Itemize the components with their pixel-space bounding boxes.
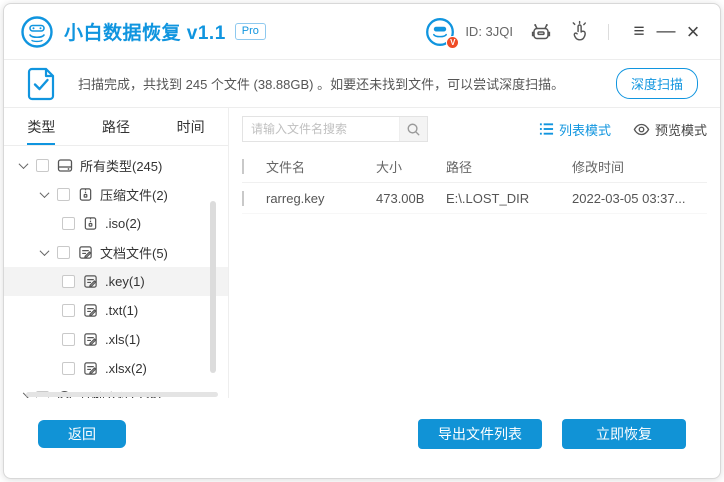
tree-item-archives[interactable]: 压缩文件(2) <box>4 180 228 209</box>
main-content: 类型 路径 时间 所有类型(245) <box>4 108 720 398</box>
tree-item-txt[interactable]: .txt(1) <box>4 296 228 325</box>
list-mode-label: 列表模式 <box>559 120 611 139</box>
titlebar-divider <box>608 24 609 40</box>
tab-path[interactable]: 路径 <box>79 108 154 145</box>
chevron-down-icon[interactable] <box>40 188 50 198</box>
file-name: rarreg.key <box>266 191 376 206</box>
checkbox[interactable] <box>62 333 75 346</box>
document-file-icon <box>83 332 98 347</box>
document-file-icon <box>83 274 98 289</box>
column-header-modified[interactable]: 修改时间 <box>572 157 707 176</box>
pro-badge: Pro <box>235 23 266 40</box>
robot-service-icon[interactable] <box>529 20 553 44</box>
tree-item-label: .xlsx(2) <box>105 361 147 376</box>
document-file-icon <box>78 245 93 260</box>
title-bar: 小白数据恢复 v1.1 Pro V ID: 3JQI <box>4 4 720 60</box>
tree-vertical-scrollbar[interactable] <box>210 201 216 373</box>
tree-item-label: 压缩文件(2) <box>100 185 168 204</box>
tree-item-label: .key(1) <box>105 274 145 289</box>
column-header-name[interactable]: 文件名 <box>266 157 376 176</box>
user-id-label: ID: 3JQI <box>465 24 513 39</box>
checkbox[interactable] <box>36 159 49 172</box>
file-type-tree: 所有类型(245) 压缩文件(2) <box>4 146 228 398</box>
tree-item-label: .iso(2) <box>105 216 141 231</box>
list-mode-toggle[interactable]: 列表模式 <box>539 120 611 139</box>
hand-click-icon[interactable] <box>568 20 591 43</box>
file-modified: 2022-03-05 03:37... <box>572 191 707 206</box>
app-window: 小白数据恢复 v1.1 Pro V ID: 3JQI <box>3 3 721 479</box>
filter-sidebar: 类型 路径 时间 所有类型(245) <box>4 108 229 398</box>
back-button[interactable]: 返回 <box>38 420 126 448</box>
tree-item-label: .txt(1) <box>105 303 138 318</box>
column-header-size[interactable]: 大小 <box>376 157 446 176</box>
scan-status-text: 扫描完成，共找到 245 个文件 (38.88GB) 。如要还未找到文件，可以尝… <box>78 74 616 93</box>
checkbox[interactable] <box>62 275 75 288</box>
minimize-button[interactable]: — <box>655 21 677 43</box>
document-file-icon <box>83 361 98 376</box>
file-size: 473.00B <box>376 191 446 206</box>
file-list-panel: 列表模式 预览模式 文件名 大小 路径 修改时间 <box>229 108 720 398</box>
column-header-path[interactable]: 路径 <box>446 157 572 176</box>
checkbox[interactable] <box>62 217 75 230</box>
tree-item-key[interactable]: .key(1) <box>4 267 228 296</box>
tree-item-all-types[interactable]: 所有类型(245) <box>4 151 228 180</box>
app-title: 小白数据恢复 v1.1 <box>64 18 226 45</box>
user-avatar[interactable]: V <box>425 17 455 47</box>
search-box <box>242 116 428 142</box>
scan-status-bar: 扫描完成，共找到 245 个文件 (38.88GB) 。如要还未找到文件，可以尝… <box>4 60 720 108</box>
tree-item-documents[interactable]: 文档文件(5) <box>4 238 228 267</box>
archive-file-icon <box>83 216 98 231</box>
chevron-down-icon[interactable] <box>40 246 50 256</box>
app-logo-icon <box>20 15 54 49</box>
tree-item-label: .xls(1) <box>105 332 140 347</box>
table-header-row: 文件名 大小 路径 修改时间 <box>242 150 707 183</box>
export-file-list-button[interactable]: 导出文件列表 <box>418 419 542 449</box>
file-table: 文件名 大小 路径 修改时间 rarreg.key 473.00B E:\.LO… <box>229 150 720 398</box>
footer-bar: 返回 导出文件列表 立即恢复 <box>4 398 720 478</box>
list-mode-icon <box>539 122 554 136</box>
archive-file-icon <box>78 187 93 202</box>
table-row[interactable]: rarreg.key 473.00B E:\.LOST_DIR 2022-03-… <box>242 183 707 214</box>
document-file-icon <box>83 303 98 318</box>
checkbox[interactable] <box>62 362 75 375</box>
vip-badge: V <box>446 36 459 49</box>
tree-item-xlsx[interactable]: .xlsx(2) <box>4 354 228 383</box>
tree-item-label: 所有类型(245) <box>80 156 162 175</box>
tree-item-iso[interactable]: .iso(2) <box>4 209 228 238</box>
list-toolbar: 列表模式 预览模式 <box>229 108 720 150</box>
menu-button[interactable]: ≡ <box>628 21 650 43</box>
checkbox[interactable] <box>62 304 75 317</box>
filter-tabs: 类型 路径 时间 <box>4 108 228 146</box>
row-checkbox[interactable] <box>242 191 244 206</box>
checkbox[interactable] <box>57 246 70 259</box>
search-icon[interactable] <box>399 117 427 141</box>
eye-icon <box>633 123 650 136</box>
deep-scan-button[interactable]: 深度扫描 <box>616 68 698 99</box>
file-path: E:\.LOST_DIR <box>446 191 572 206</box>
tab-type[interactable]: 类型 <box>4 108 79 145</box>
tree-horizontal-scrollbar[interactable] <box>26 392 218 397</box>
tab-time[interactable]: 时间 <box>153 108 228 145</box>
tree-item-label: 文档文件(5) <box>100 243 168 262</box>
preview-mode-toggle[interactable]: 预览模式 <box>633 120 707 139</box>
recover-now-button[interactable]: 立即恢复 <box>562 419 686 449</box>
chevron-down-icon[interactable] <box>19 159 29 169</box>
drive-icon <box>57 158 73 173</box>
tree-item-xls[interactable]: .xls(1) <box>4 325 228 354</box>
scan-complete-icon <box>26 67 56 101</box>
checkbox[interactable] <box>57 188 70 201</box>
close-button[interactable]: × <box>682 21 704 43</box>
select-all-checkbox[interactable] <box>242 159 244 174</box>
search-input[interactable] <box>243 117 399 141</box>
preview-mode-label: 预览模式 <box>655 120 707 139</box>
